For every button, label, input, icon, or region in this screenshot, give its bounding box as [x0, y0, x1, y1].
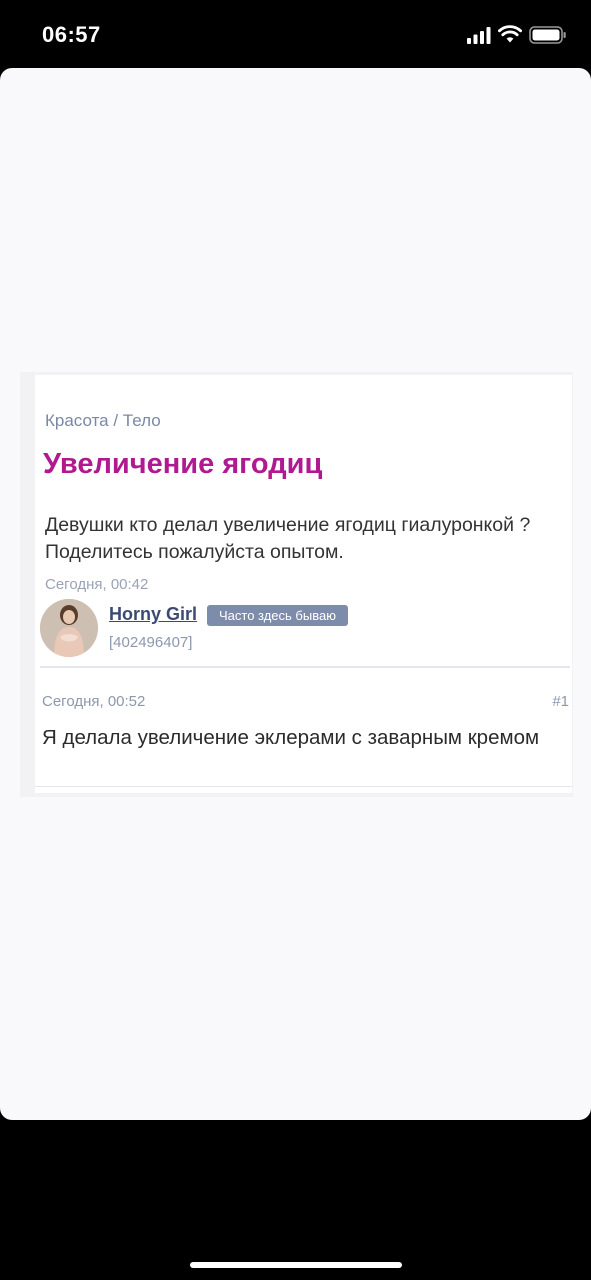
home-indicator[interactable] [190, 1262, 402, 1268]
post-date: Сегодня, 00:42 [45, 576, 149, 593]
reply-body: Я делала увеличение эклерами с заварным … [42, 726, 540, 749]
author-id: [402496407] [109, 634, 193, 651]
divider [40, 666, 570, 668]
status-time: 06:57 [42, 22, 101, 47]
wifi-icon [498, 25, 522, 43]
status-bar: 06:57 [0, 0, 591, 68]
post-title: Увеличение ягодиц [43, 448, 323, 480]
author-name-link[interactable]: Horny Girl [109, 604, 197, 625]
reply-number-link[interactable]: #1 [552, 693, 569, 710]
avatar[interactable] [40, 599, 98, 657]
divider [35, 786, 572, 787]
battery-icon [529, 26, 566, 44]
post-body: Девушки кто делал увеличение ягодиц гиал… [45, 514, 531, 563]
breadcrumb[interactable]: Красота / Тело [45, 411, 161, 431]
status-badge: Часто здесь бываю [207, 605, 348, 626]
avatar-photo-icon [40, 599, 98, 657]
cellular-signal-icon [467, 27, 491, 44]
reply-date: Сегодня, 00:52 [42, 693, 146, 710]
